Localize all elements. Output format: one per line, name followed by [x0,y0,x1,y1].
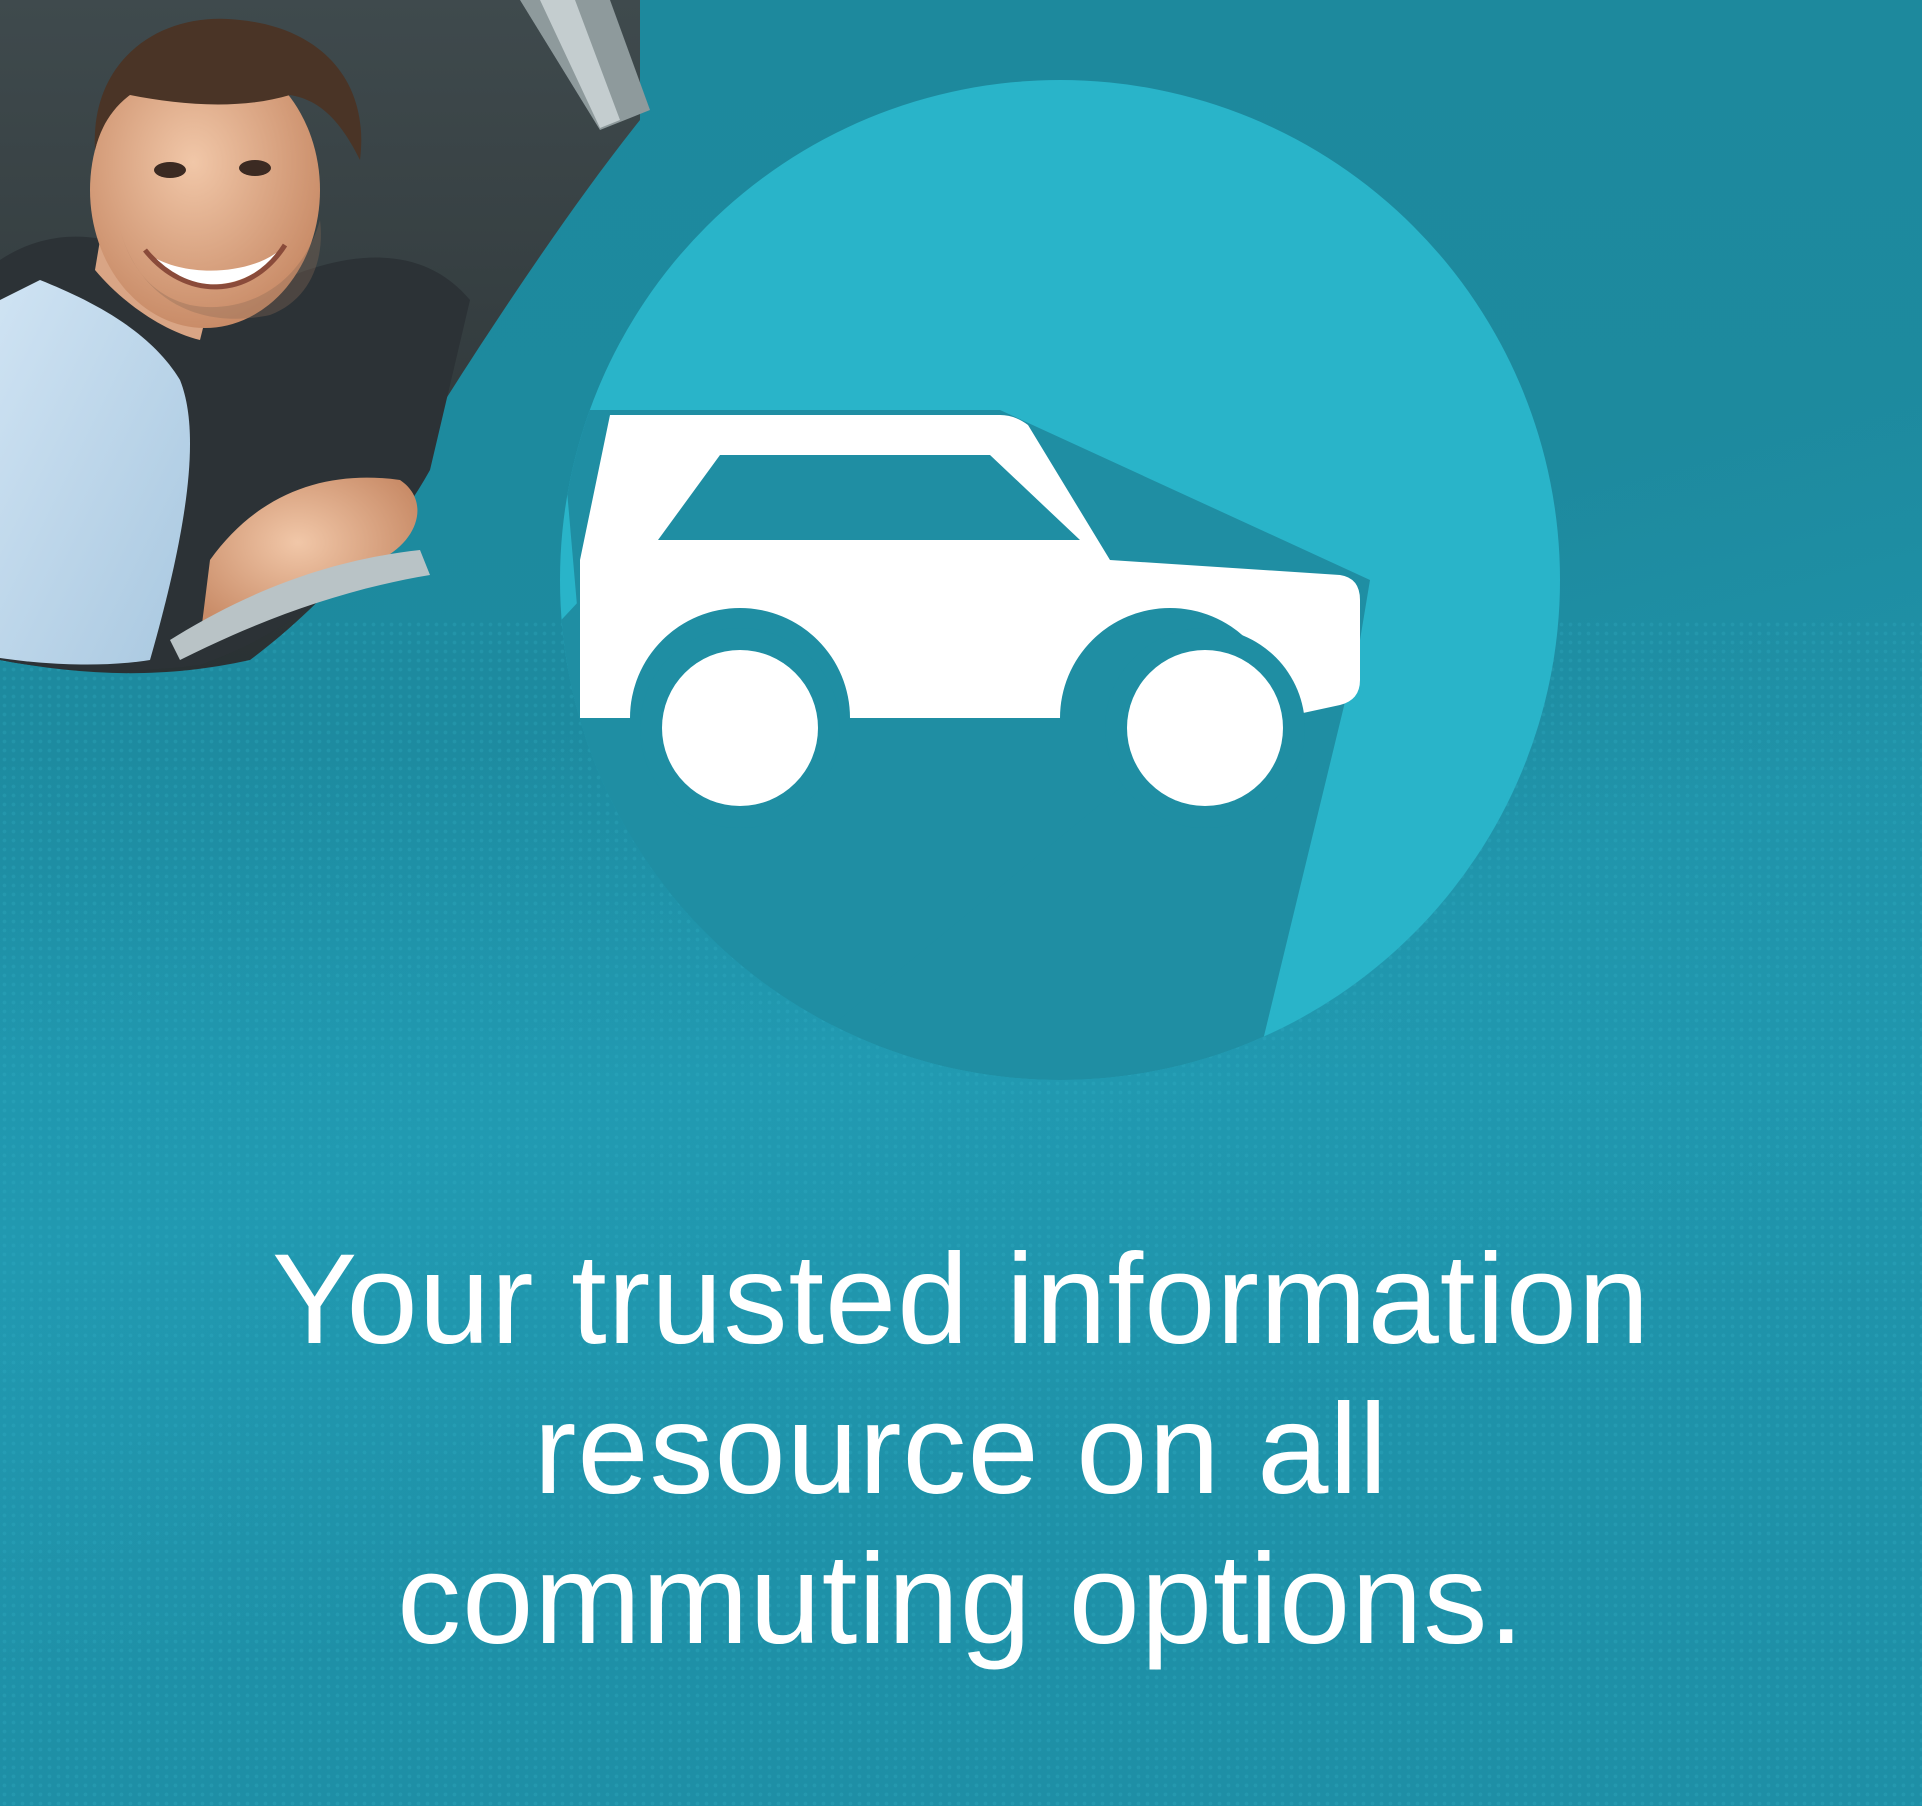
ad-banner: Your trusted information resource on all… [0,0,1922,1806]
driver-photo [0,0,650,674]
tagline: Your trusted information resource on all… [0,1225,1922,1675]
tagline-line-3: commuting options. [397,1528,1525,1671]
tagline-line-2: resource on all [533,1378,1389,1521]
tagline-line-1: Your trusted information [271,1228,1651,1371]
